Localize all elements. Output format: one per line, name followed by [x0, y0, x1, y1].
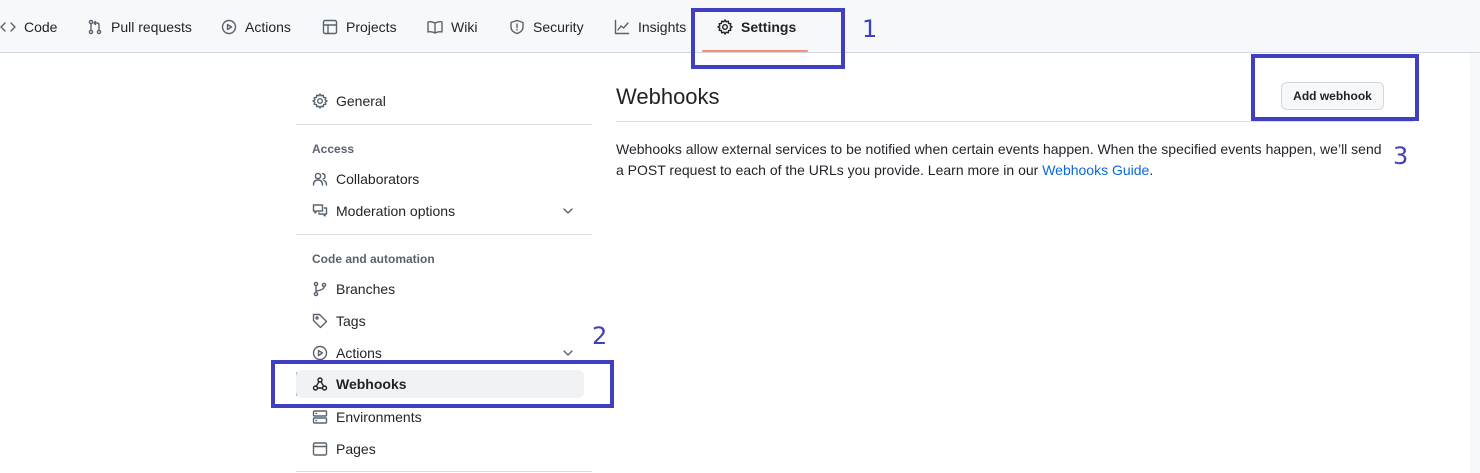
sidebar-item-label: Pages — [336, 441, 376, 457]
book-icon — [427, 20, 443, 34]
annotation-number-1: 1 — [862, 15, 878, 43]
shield-icon — [510, 19, 524, 34]
sidebar-item-moderation[interactable]: Moderation options — [296, 197, 584, 225]
tab-insights[interactable]: Insights — [614, 0, 686, 53]
webhooks-guide-link[interactable]: Webhooks Guide — [1042, 162, 1149, 178]
tab-projects[interactable]: Projects — [322, 0, 397, 53]
browser-icon — [312, 442, 328, 456]
sidebar-heading-code-automation: Code and automation — [312, 252, 435, 266]
annotation-number-2: 2 — [592, 322, 608, 350]
annotation-number-3: 3 — [1393, 142, 1409, 170]
sidebar-item-label: Branches — [336, 281, 396, 297]
sidebar-item-general[interactable]: General — [296, 87, 584, 115]
sidebar-item-label: Tags — [336, 313, 366, 329]
sidebar-item-label: General — [336, 93, 386, 109]
tab-label: Pull requests — [111, 18, 192, 35]
sidebar-item-label: Actions — [336, 345, 382, 361]
sidebar-divider — [296, 124, 592, 125]
people-icon — [312, 172, 328, 186]
tag-icon — [312, 313, 328, 329]
sidebar-item-label: Collaborators — [336, 171, 420, 187]
annotation-box-1 — [691, 8, 845, 69]
title-divider — [616, 121, 1414, 122]
play-icon — [221, 19, 237, 34]
annotation-box-3 — [1251, 54, 1419, 121]
webhooks-description: Webhooks allow external services to be n… — [616, 139, 1386, 181]
sidebar-item-branches[interactable]: Branches — [296, 275, 584, 303]
tab-label: Insights — [638, 18, 687, 35]
pull-request-icon — [88, 19, 102, 34]
graph-icon — [614, 19, 630, 34]
play-icon — [312, 345, 328, 361]
comment-discussion-icon — [312, 204, 328, 217]
tab-wiki[interactable]: Wiki — [427, 0, 477, 53]
gear-icon — [312, 93, 328, 109]
tab-label: Actions — [245, 18, 291, 35]
tab-label: Code — [24, 18, 58, 35]
sidebar-item-collaborators[interactable]: Collaborators — [296, 165, 584, 193]
chevron-down-icon[interactable] — [560, 203, 576, 219]
tab-label: Projects — [346, 18, 397, 35]
sidebar-divider — [296, 471, 592, 472]
tab-label: Security — [533, 18, 584, 35]
sidebar-item-label: Moderation options — [336, 203, 456, 219]
sidebar-divider — [296, 234, 592, 235]
settings-sidebar: General Access Collaborators Moderation … — [296, 53, 592, 473]
scrollbar[interactable] — [1470, 53, 1480, 473]
git-branch-icon — [313, 281, 327, 297]
sidebar-item-pages[interactable]: Pages — [296, 435, 584, 463]
description-text: Webhooks allow external services to be n… — [616, 141, 1382, 178]
sidebar-item-tags[interactable]: Tags — [296, 307, 584, 335]
annotation-box-2 — [271, 360, 614, 408]
chevron-down-icon[interactable] — [560, 345, 576, 361]
tab-label: Wiki — [451, 18, 478, 35]
sidebar-heading-access: Access — [312, 142, 355, 156]
code-icon — [0, 21, 16, 32]
page-title: Webhooks — [616, 84, 720, 109]
description-end: . — [1149, 162, 1154, 178]
tab-security[interactable]: Security — [509, 0, 584, 53]
table-icon — [322, 19, 338, 34]
tab-code[interactable]: Code — [0, 0, 57, 53]
sidebar-item-label: Environments — [336, 409, 422, 425]
tab-actions[interactable]: Actions — [221, 0, 291, 53]
server-icon — [312, 410, 328, 424]
tab-pull-requests[interactable]: Pull requests — [87, 0, 192, 53]
